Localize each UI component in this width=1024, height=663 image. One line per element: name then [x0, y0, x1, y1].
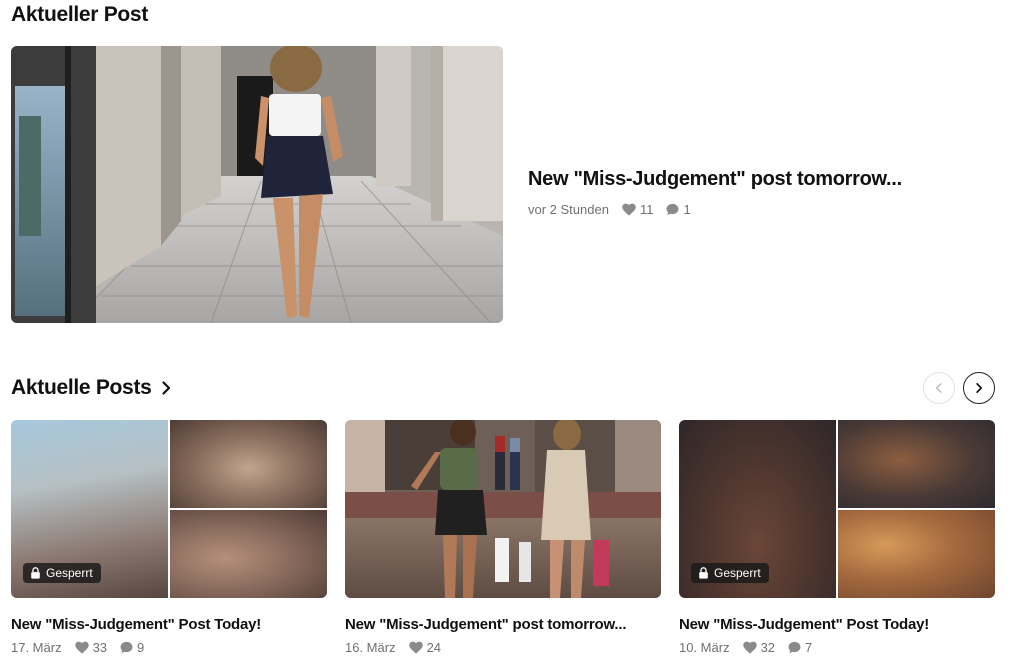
post-likes[interactable]: 33 [74, 640, 108, 655]
heart-icon [408, 641, 423, 654]
blurred-thumbnail [838, 510, 995, 598]
blurred-thumbnail [170, 510, 327, 598]
post-card-media[interactable] [345, 420, 661, 598]
recent-posts-link[interactable]: Aktuelle Posts [11, 376, 174, 400]
post-date: 16. März [345, 640, 396, 655]
post-comments[interactable]: 9 [120, 640, 144, 655]
locked-badge-label: Gesperrt [46, 566, 93, 580]
post-likes-count: 33 [92, 640, 108, 655]
recent-section-title: Aktuelle Posts [11, 376, 152, 399]
post-likes[interactable]: 32 [742, 640, 776, 655]
post-date: 10. März [679, 640, 730, 655]
featured-comments-count: 1 [683, 202, 691, 217]
post-card[interactable]: Gesperrt New "Miss-Judgement" Post Today… [679, 420, 995, 655]
post-card-meta: 17. März 33 9 [11, 640, 327, 655]
post-image-render [345, 420, 661, 598]
chevron-right-icon [976, 383, 983, 393]
heart-icon [622, 203, 636, 216]
post-card-media-locked[interactable]: Gesperrt [11, 420, 327, 598]
carousel-prev-button[interactable] [923, 372, 955, 404]
post-card[interactable]: Gesperrt New "Miss-Judgement" Post Today… [11, 420, 327, 655]
post-card[interactable]: New "Miss-Judgement" post tomorrow... 16… [345, 420, 661, 655]
speech-bubble-icon [120, 641, 133, 654]
post-comments-count: 9 [137, 640, 145, 655]
featured-post-title[interactable]: New "Miss-Judgement" post tomorrow... [528, 168, 998, 191]
speech-bubble-icon [788, 641, 801, 654]
post-date: 17. März [11, 640, 62, 655]
heart-icon [74, 641, 89, 654]
post-card-meta: 10. März 32 7 [679, 640, 995, 655]
blurred-thumbnail [170, 420, 327, 508]
featured-post-time: vor 2 Stunden [528, 202, 609, 217]
featured-image-render [11, 46, 503, 323]
locked-badge: Gesperrt [691, 563, 769, 583]
locked-badge-label: Gesperrt [714, 566, 761, 580]
featured-post-meta: vor 2 Stunden 11 1 [528, 202, 998, 217]
post-card-title[interactable]: New "Miss-Judgement" post tomorrow... [345, 616, 661, 633]
carousel-next-button[interactable] [963, 372, 995, 404]
locked-badge: Gesperrt [23, 563, 101, 583]
chevron-left-icon [936, 383, 942, 393]
chevron-right-icon [161, 381, 170, 395]
post-comments[interactable]: 7 [788, 640, 812, 655]
lock-icon [31, 567, 40, 579]
post-card-meta: 16. März 24 [345, 640, 661, 655]
speech-bubble-icon [666, 203, 679, 216]
featured-section-title: Aktueller Post [11, 3, 149, 26]
lock-icon [699, 567, 708, 579]
post-likes[interactable]: 24 [408, 640, 442, 655]
post-likes-count: 24 [426, 640, 442, 655]
featured-post-image[interactable] [11, 46, 503, 323]
heart-icon [742, 641, 757, 654]
post-likes-count: 32 [760, 640, 776, 655]
post-card-media-locked[interactable]: Gesperrt [679, 420, 995, 598]
featured-likes[interactable]: 11 [622, 202, 654, 217]
featured-comments[interactable]: 1 [666, 202, 691, 217]
post-card-title[interactable]: New "Miss-Judgement" Post Today! [679, 616, 995, 633]
featured-likes-count: 11 [639, 202, 654, 217]
post-comments-count: 7 [805, 640, 813, 655]
blurred-thumbnail [838, 420, 995, 508]
post-card-title[interactable]: New "Miss-Judgement" Post Today! [11, 616, 327, 633]
